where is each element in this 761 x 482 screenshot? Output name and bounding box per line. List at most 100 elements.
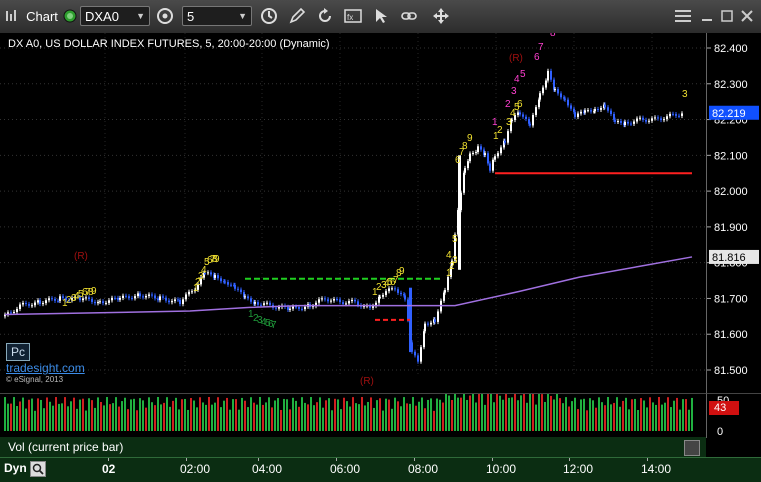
volume-bar xyxy=(520,395,522,431)
interval-value: 5 xyxy=(187,8,195,24)
studies-icon[interactable]: fx xyxy=(342,5,364,27)
draw-pencil-icon[interactable] xyxy=(286,5,308,27)
price-bar-body xyxy=(139,293,141,297)
volume-bar xyxy=(658,397,660,431)
volume-bar xyxy=(445,391,447,431)
volume-bar xyxy=(19,401,21,431)
price-bar-body xyxy=(148,294,150,296)
chevron-down-icon: ▼ xyxy=(238,11,247,21)
time-tick-mark xyxy=(569,458,570,461)
price-axis[interactable]: 82.40082.30082.20082.10082.00081.90081.8… xyxy=(706,33,761,393)
chart-menu-icon[interactable] xyxy=(4,6,18,26)
volume-bar xyxy=(463,391,465,431)
price-bar-body xyxy=(617,121,619,123)
volume-bar xyxy=(70,401,72,431)
move-icon[interactable] xyxy=(430,5,452,27)
price-bar-body xyxy=(397,289,399,293)
symbol-dropdown[interactable]: DXA0 ▼ xyxy=(80,6,150,26)
close-button[interactable] xyxy=(738,6,756,26)
volume-bar xyxy=(121,401,123,431)
tradesight-link[interactable]: tradesight.com xyxy=(6,361,85,375)
price-bar-body xyxy=(464,168,466,173)
interval-settings-icon[interactable] xyxy=(154,5,176,27)
price-bar-body xyxy=(295,306,297,308)
menu-icon[interactable] xyxy=(672,6,694,26)
volume-bar xyxy=(67,406,69,431)
price-bar-body xyxy=(51,298,53,300)
volume-bar xyxy=(688,409,690,431)
volume-bar xyxy=(301,397,303,431)
volume-bar xyxy=(175,397,177,431)
volume-bar xyxy=(655,404,657,431)
clock-icon[interactable] xyxy=(258,5,280,27)
volume-bar xyxy=(565,397,567,431)
price-bar-body xyxy=(577,113,579,117)
price-bar-body xyxy=(105,302,107,304)
volume-bar xyxy=(673,400,675,431)
price-bar-body xyxy=(237,288,239,290)
interval-dropdown[interactable]: 5 ▼ xyxy=(182,6,252,26)
volume-bar xyxy=(46,397,48,431)
price-bar-body xyxy=(59,296,61,301)
price-bar-body xyxy=(669,113,671,117)
price-bar-body xyxy=(171,301,173,303)
volume-bar xyxy=(559,398,561,431)
dynamic-mode-label[interactable]: Dyn xyxy=(4,461,27,475)
link-status-icon[interactable] xyxy=(62,6,78,26)
volume-bar xyxy=(478,393,480,431)
scroll-button[interactable] xyxy=(684,440,700,456)
volume-bar xyxy=(676,397,678,431)
pc-toggle[interactable]: Pc xyxy=(6,343,30,361)
volume-bar xyxy=(325,400,327,431)
price-bar-body xyxy=(564,98,566,100)
volume-bar xyxy=(253,402,255,431)
link-chain-icon[interactable] xyxy=(398,5,420,27)
volume-bar xyxy=(118,406,120,431)
price-bar-body xyxy=(34,302,36,306)
maximize-button[interactable] xyxy=(718,6,736,26)
volume-bar xyxy=(202,402,204,431)
symbol-value: DXA0 xyxy=(85,8,119,24)
price-bar-body xyxy=(321,298,323,300)
volume-bar xyxy=(514,391,516,431)
volume-bar xyxy=(4,397,6,431)
volume-bar xyxy=(691,397,693,431)
setup-count-label: 5 xyxy=(452,234,458,245)
volume-bar xyxy=(220,407,222,431)
volume-bar xyxy=(334,398,336,431)
price-bar-body xyxy=(137,293,139,297)
price-bar-body xyxy=(469,153,471,162)
volume-pane[interactable] xyxy=(0,391,706,438)
volume-bar xyxy=(292,397,294,431)
time-tick-label: 04:00 xyxy=(252,462,283,476)
price-bar-body xyxy=(639,117,641,119)
zoom-icon[interactable] xyxy=(30,461,46,477)
refresh-icon[interactable] xyxy=(314,5,336,27)
cursor-icon[interactable] xyxy=(370,5,392,27)
volume-bar xyxy=(469,395,471,431)
price-chart[interactable]: 1234567891234567891234567891234567891234… xyxy=(0,33,706,377)
price-bar-body xyxy=(336,299,338,301)
price-bar-body xyxy=(554,89,556,91)
price-tick-label: 81.700 xyxy=(714,293,748,305)
volume-bar xyxy=(601,402,603,431)
price-bar-body xyxy=(102,301,104,304)
volume-bar xyxy=(457,397,459,431)
volume-bar xyxy=(481,392,483,431)
time-axis[interactable]: Dyn 02 02:00 04:00 06:00 08:00 10:00 12:00 14:0… xyxy=(0,457,761,482)
volume-bar xyxy=(28,399,30,431)
price-bar-body xyxy=(214,275,216,278)
price-tick-label: 81.900 xyxy=(714,222,748,234)
volume-bar xyxy=(16,406,18,431)
volume-bar xyxy=(322,407,324,431)
volume-bar xyxy=(262,404,264,431)
price-bar-body xyxy=(210,272,212,275)
volume-bar xyxy=(268,397,270,431)
volume-bar xyxy=(538,392,540,431)
minimize-button[interactable] xyxy=(698,6,716,26)
price-bar-body xyxy=(480,146,482,150)
price-bar-body xyxy=(434,319,436,322)
risk-level-label: (R) xyxy=(509,53,523,64)
price-tick-label: 82.100 xyxy=(714,150,748,162)
volume-bar xyxy=(637,410,639,431)
